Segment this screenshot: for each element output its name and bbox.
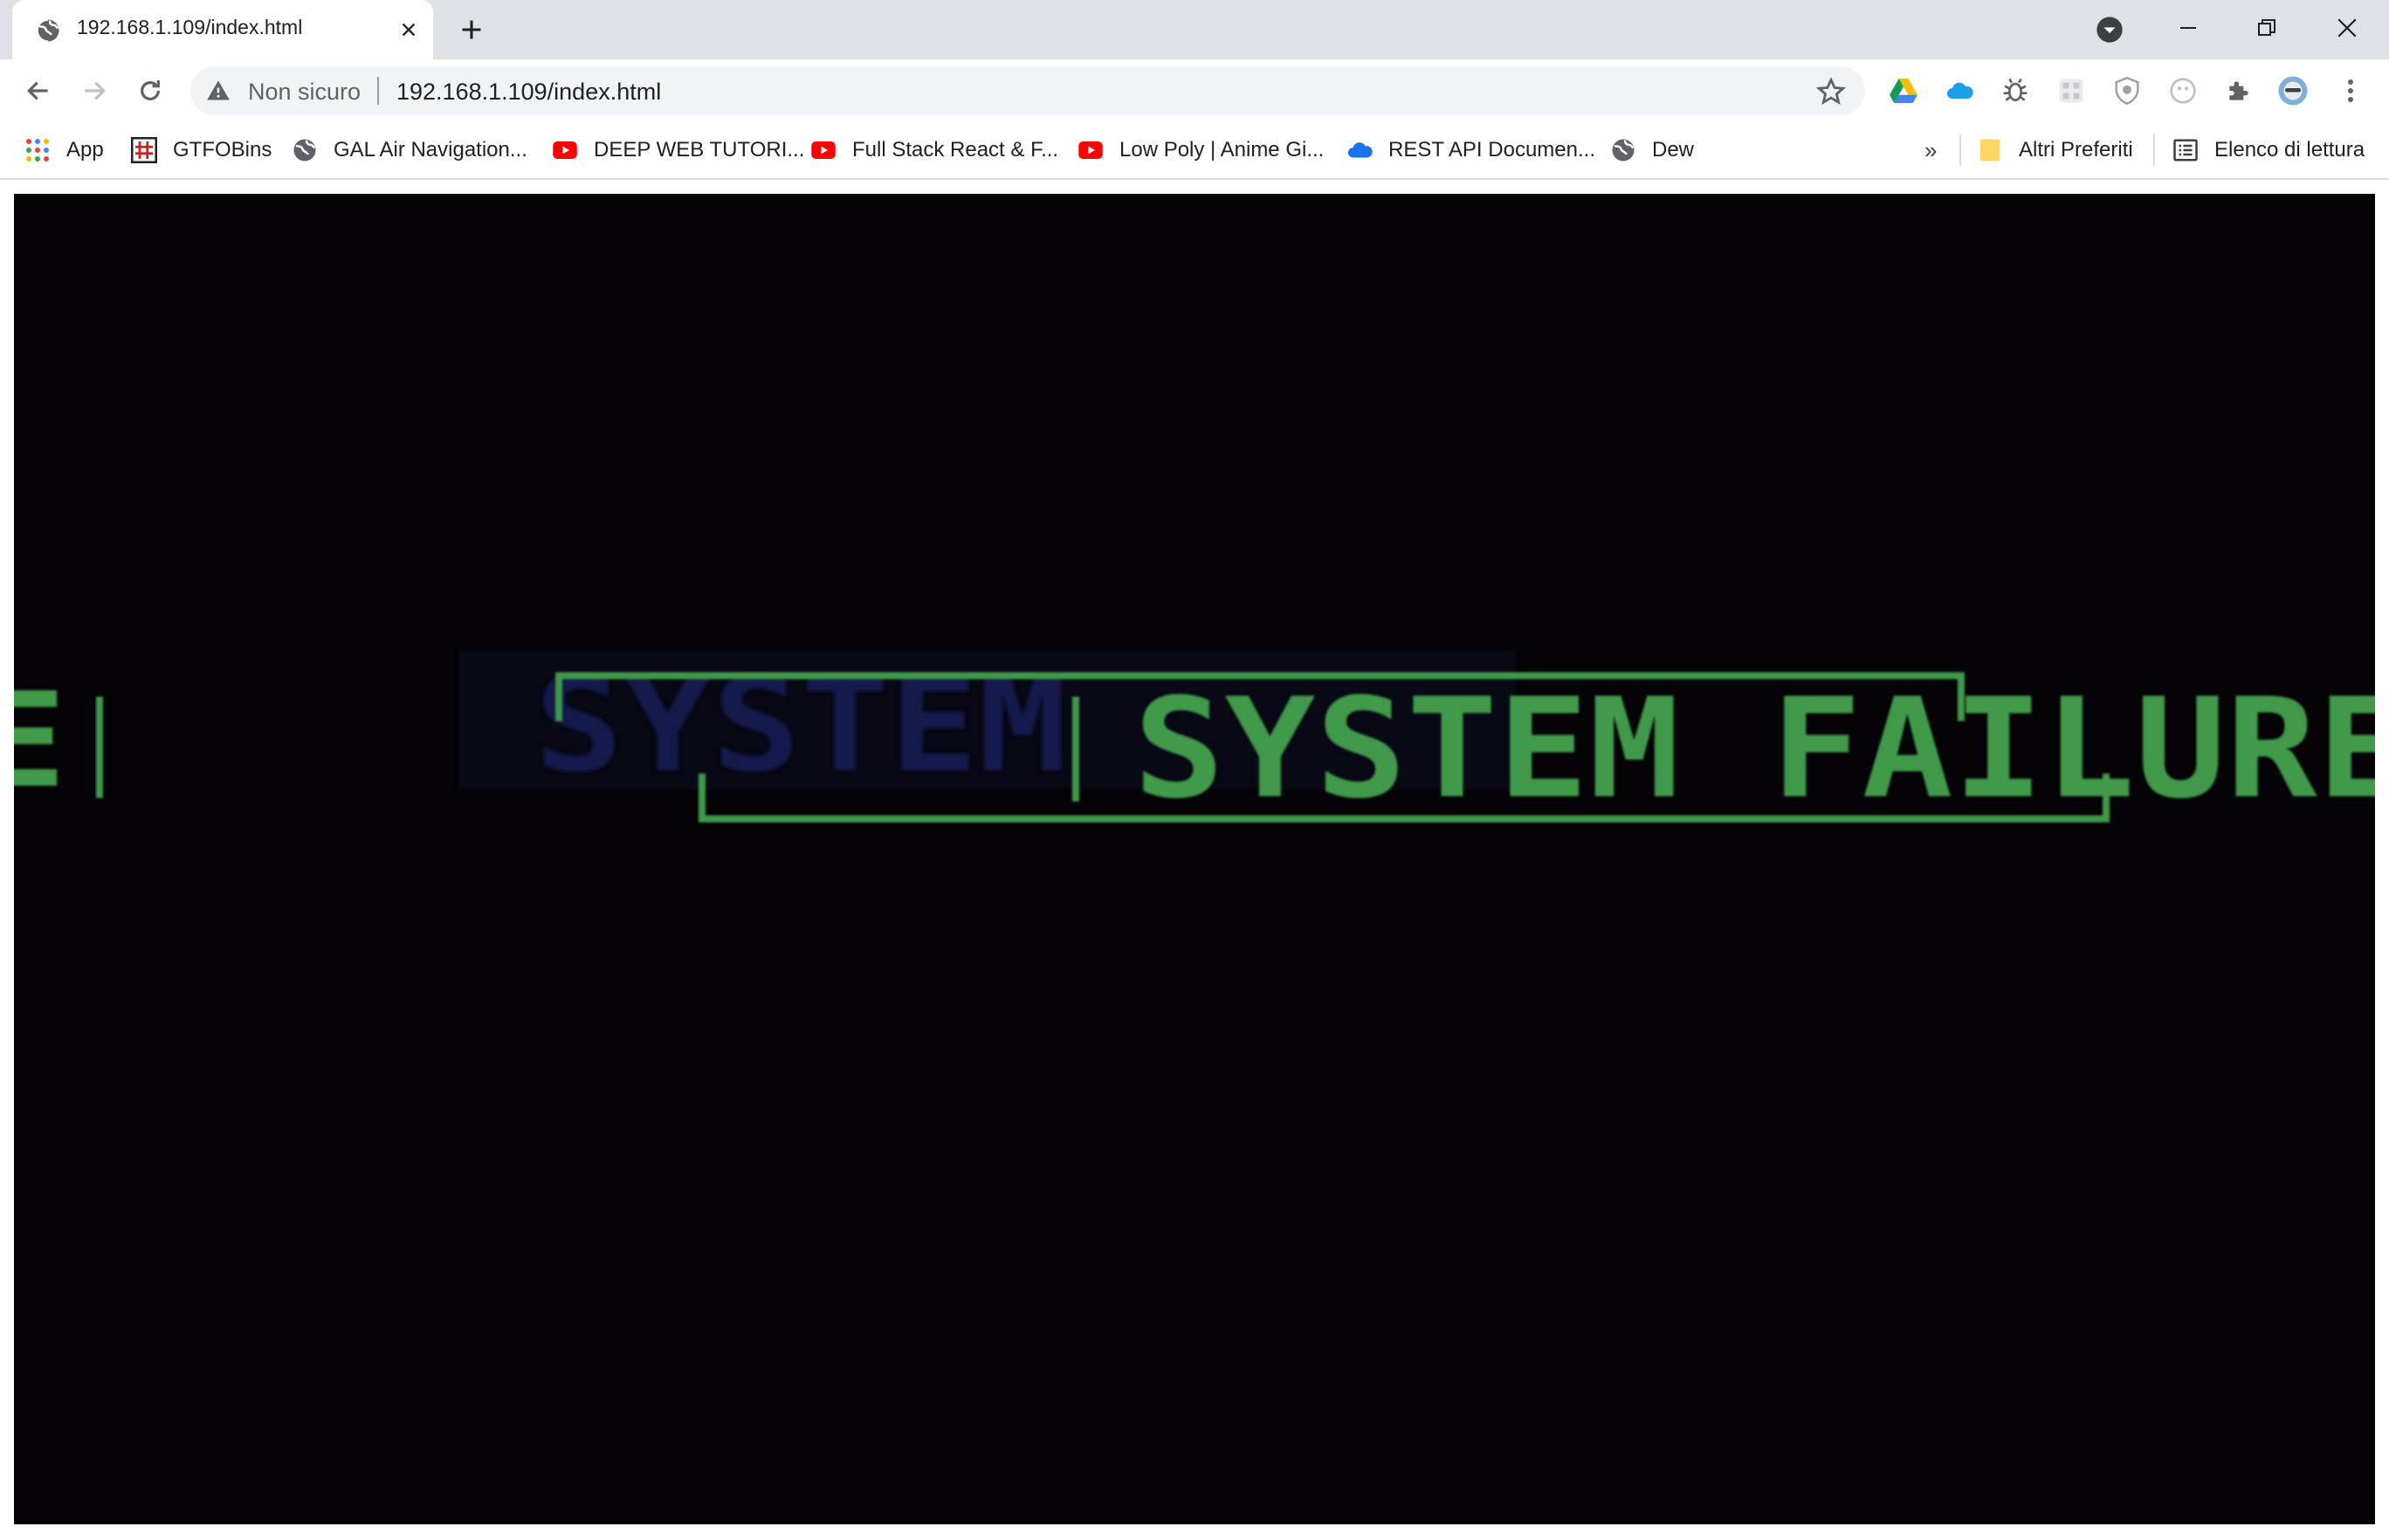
globe-icon: [36, 18, 59, 43]
globe-icon: [1612, 139, 1635, 162]
qr-extension-icon[interactable]: [2054, 73, 2089, 108]
bookmark-rest-api-docs[interactable]: REST API Documen...: [1346, 122, 1595, 178]
menu-kebab-icon[interactable]: [2333, 73, 2368, 108]
bookmarks-bar: App GTFOBins GAL Air Navigation... DEEP …: [0, 122, 2389, 180]
youtube-icon: [1078, 141, 1103, 159]
close-tab-icon[interactable]: [393, 14, 424, 45]
toolbar: Non sicuro 192.168.1.109/index.html: [0, 59, 2389, 122]
page-viewport: SYSTEM E SYSTEM FAILURE: [0, 182, 2389, 1540]
system-failure-text: SYSTEM FAILURE: [1133, 669, 2375, 829]
bookmarks-divider: [2153, 134, 2155, 166]
forward-button[interactable]: [75, 72, 114, 110]
reload-icon: [141, 80, 160, 100]
bookmark-label: App: [66, 138, 104, 162]
left-bracket: [96, 697, 103, 798]
bookmark-label: Low Poly | Anime Gi...: [1119, 138, 1325, 162]
onedrive-cloud-icon[interactable]: [1942, 73, 1977, 108]
shield-icon[interactable]: [2110, 73, 2145, 108]
folder-icon: [1979, 139, 2000, 162]
system-failure-animation: SYSTEM E SYSTEM FAILURE: [14, 650, 2375, 829]
youtube-icon: [811, 141, 836, 159]
matrix-video[interactable]: SYSTEM E SYSTEM FAILURE: [14, 194, 2375, 1524]
bookmark-label: DEEP WEB TUTORI...: [594, 138, 805, 162]
puzzle-extensions-icon[interactable]: [2221, 73, 2256, 108]
security-label[interactable]: Non sicuro: [248, 79, 361, 106]
tab-search-icon[interactable]: [2096, 16, 2124, 44]
tab-title: 192.168.1.109/index.html: [77, 16, 303, 38]
cloud-icon: [1347, 142, 1373, 158]
bookmarks-divider: [1959, 134, 1961, 166]
new-tab-button[interactable]: [454, 12, 489, 47]
bookmark-label: REST API Documen...: [1388, 138, 1595, 162]
overflow-chevron-icon: »: [1924, 136, 1938, 163]
youtube-icon: [553, 141, 577, 159]
arrow-right-icon: [85, 81, 106, 100]
other-bookmarks-folder[interactable]: Altri Preferiti: [1977, 122, 2133, 178]
back-button[interactable]: [19, 72, 58, 110]
bookmark-label: Full Stack React & F...: [852, 138, 1059, 162]
address-bar[interactable]: Non sicuro 192.168.1.109/index.html: [190, 66, 1865, 115]
minimize-icon[interactable]: [2162, 9, 2214, 47]
reload-button[interactable]: [131, 72, 169, 110]
browser-tab[interactable]: 192.168.1.109/index.html: [12, 0, 433, 59]
reading-list-label: Elenco di lettura: [2214, 138, 2365, 162]
bookmark-app[interactable]: App: [24, 122, 104, 178]
gtfobins-icon: [131, 137, 157, 163]
bookmark-label: GTFOBins: [173, 138, 272, 162]
bug-extension-icon[interactable]: [1998, 73, 2033, 108]
ghost-extension-icon[interactable]: [2165, 73, 2200, 108]
left-text-fragment: E: [14, 665, 66, 817]
bookmark-deep-web-tutorial[interactable]: DEEP WEB TUTORI...: [552, 122, 804, 178]
avatar[interactable]: [2275, 73, 2310, 108]
tab-strip: 192.168.1.109/index.html: [0, 0, 2389, 59]
reading-list-icon: [2173, 139, 2198, 162]
apps-grid-icon: [26, 139, 49, 162]
bookmark-label: GAL Air Navigation...: [334, 138, 527, 162]
warning-icon[interactable]: [206, 79, 231, 103]
google-drive-icon[interactable]: [1886, 73, 1921, 108]
bookmark-gtfobins[interactable]: GTFOBins: [131, 122, 272, 178]
url-text[interactable]: 192.168.1.109/index.html: [396, 79, 661, 106]
star-icon[interactable]: [1816, 77, 1846, 107]
other-bookmarks-label: Altri Preferiti: [2019, 138, 2133, 162]
globe-icon: [293, 139, 316, 162]
bookmark-full-stack-react[interactable]: Full Stack React & F...: [810, 122, 1058, 178]
bookmarks-overflow-button[interactable]: »: [1924, 122, 1937, 178]
arrow-left-icon: [27, 81, 48, 100]
bookmark-dew[interactable]: Dew: [1610, 122, 1694, 178]
close-window-icon[interactable]: [2321, 9, 2373, 47]
bookmark-low-poly-anime[interactable]: Low Poly | Anime Gi...: [1077, 122, 1324, 178]
restore-icon[interactable]: [2241, 9, 2293, 47]
omnibox-divider: [377, 77, 379, 105]
bookmark-gal-air-navigation[interactable]: GAL Air Navigation...: [292, 122, 527, 178]
bookmark-label: Dew: [1652, 138, 1695, 162]
reading-list-button[interactable]: Elenco di lettura: [2172, 122, 2365, 178]
